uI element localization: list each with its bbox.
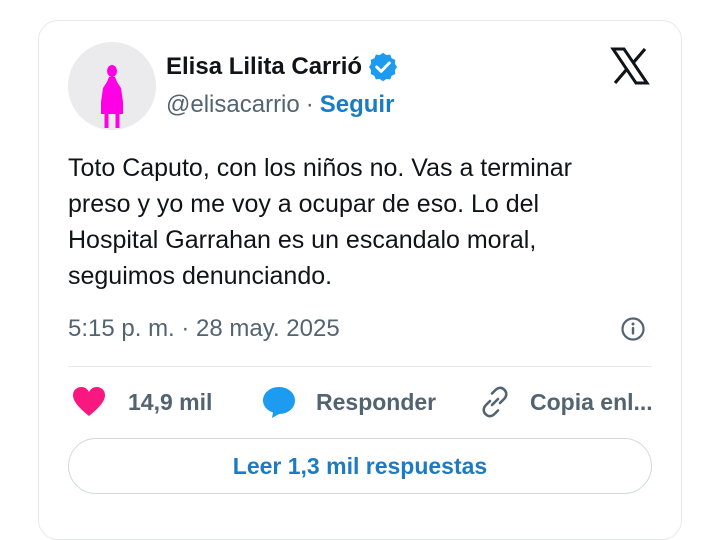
link-icon	[482, 386, 508, 418]
copy-link-label: Copia enl...	[530, 388, 653, 415]
reply-label: Responder	[316, 388, 437, 415]
read-replies-button[interactable]: Leer 1,3 mil respuestas	[68, 438, 652, 494]
handle-row: @elisacarrio · Seguir	[166, 88, 394, 122]
tweet-timestamp[interactable]: 5:15 p. m. · 28 may. 2025	[68, 312, 340, 346]
like-count: 14,9 mil	[128, 388, 213, 415]
action-bar: 14,9 mil Responder Copia enl...	[0, 382, 720, 422]
like-button[interactable]: 14,9 mil	[72, 382, 212, 422]
author-handle[interactable]: @elisacarrio	[166, 91, 300, 119]
x-logo-icon[interactable]	[610, 46, 650, 86]
author-name[interactable]: Elisa Lilita Carrió	[166, 53, 362, 81]
avatar[interactable]	[68, 42, 156, 130]
heart-icon	[73, 387, 105, 416]
author-name-row: Elisa Lilita Carrió	[166, 50, 398, 84]
reply-button[interactable]: Responder	[262, 382, 436, 422]
copy-link-button[interactable]: Copia enl...	[478, 382, 653, 422]
follow-button[interactable]: Seguir	[320, 91, 395, 119]
separator-dot: ·	[305, 91, 314, 118]
speech-bubble-icon	[263, 387, 295, 418]
info-icon[interactable]	[620, 316, 646, 342]
divider	[68, 366, 652, 367]
verified-badge-icon	[369, 52, 398, 82]
avatar-figure-icon	[101, 65, 123, 128]
tweet-text: Toto Caputo, con los niños no. Vas a ter…	[68, 154, 572, 290]
